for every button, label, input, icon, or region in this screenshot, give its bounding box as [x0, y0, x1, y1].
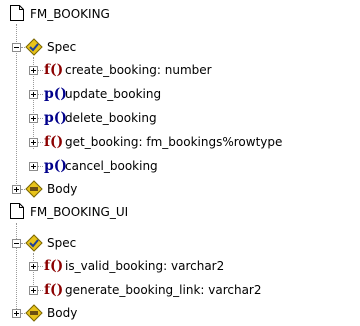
spec-diamond-icon — [25, 234, 43, 252]
procedure-icon: p() — [44, 110, 68, 126]
package-name: FM_BOOKING — [30, 7, 110, 21]
tree-connector — [38, 166, 43, 167]
tree-connector — [16, 223, 17, 315]
minus-box-icon[interactable] — [12, 239, 21, 248]
tree-connector — [38, 94, 43, 95]
item-label: cancel_booking — [65, 159, 158, 173]
item-label: generate_booking_link: varchar2 — [65, 283, 262, 297]
function-icon: f() — [44, 258, 64, 274]
plus-box-icon[interactable] — [12, 185, 21, 194]
body-label: Body — [47, 182, 78, 196]
plus-box-icon[interactable] — [29, 262, 38, 271]
minus-box-icon[interactable] — [12, 43, 21, 52]
object-tree: FM_BOOKING Spec f() create_booking: numb… — [0, 0, 360, 326]
item-label: is_valid_booking: varchar2 — [65, 259, 225, 273]
item-label: delete_booking — [65, 111, 157, 125]
spec-diamond-icon — [25, 38, 43, 56]
procedure-icon: p() — [44, 158, 68, 174]
function-icon: f() — [44, 134, 64, 150]
item-label: get_booking: fm_bookings%rowtype — [65, 135, 283, 149]
body-diamond-icon — [25, 304, 43, 322]
tree-connector — [38, 70, 43, 71]
tree-connector — [38, 142, 43, 143]
tree-connector — [38, 118, 43, 119]
package-page-icon — [10, 203, 24, 219]
package-name: FM_BOOKING_UI — [30, 205, 129, 219]
procedure-icon: p() — [44, 86, 68, 102]
plus-box-icon[interactable] — [29, 114, 38, 123]
function-icon: f() — [44, 282, 64, 298]
plus-box-icon[interactable] — [29, 90, 38, 99]
plus-box-icon[interactable] — [29, 138, 38, 147]
plus-box-icon[interactable] — [29, 66, 38, 75]
function-icon: f() — [44, 62, 64, 78]
body-diamond-icon — [25, 180, 43, 198]
tree-connector — [38, 266, 43, 267]
spec-label: Spec — [47, 236, 77, 250]
item-label: create_booking: number — [65, 63, 212, 77]
tree-connector — [38, 290, 43, 291]
item-label: update_booking — [65, 87, 162, 101]
spec-label: Spec — [47, 40, 77, 54]
body-label: Body — [47, 306, 78, 320]
plus-box-icon[interactable] — [12, 309, 21, 318]
package-page-icon — [10, 5, 24, 21]
plus-box-icon[interactable] — [29, 286, 38, 295]
plus-box-icon[interactable] — [29, 162, 38, 171]
